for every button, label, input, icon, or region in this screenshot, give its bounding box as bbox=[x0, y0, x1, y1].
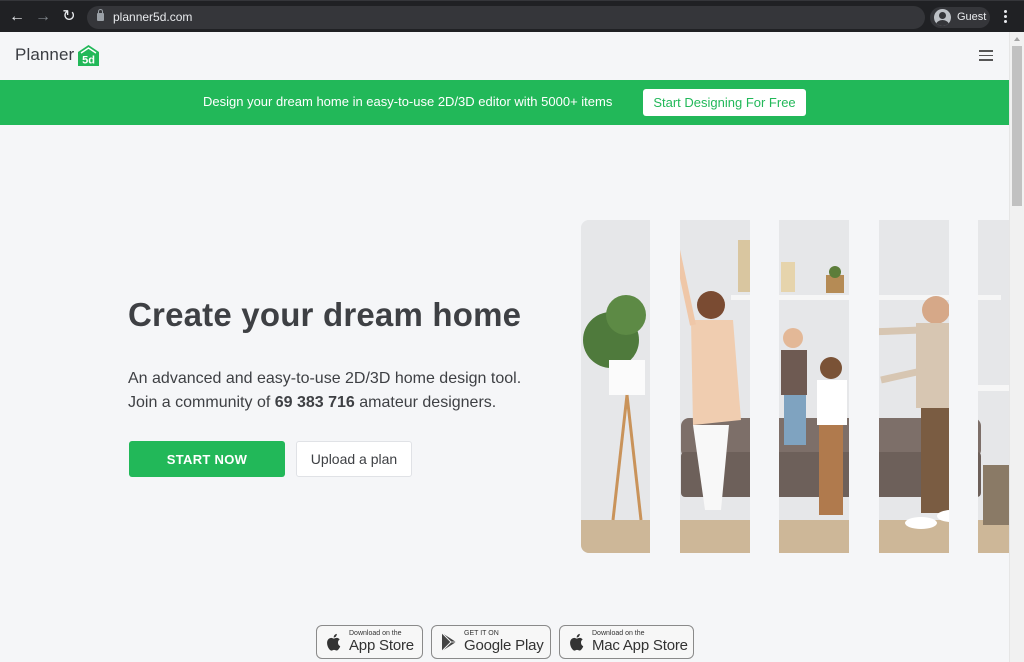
profile-button[interactable]: Guest bbox=[930, 7, 990, 28]
back-arrow-icon[interactable]: ← bbox=[8, 8, 26, 26]
apple-icon bbox=[327, 633, 341, 651]
google-play-badge[interactable]: GET IT ON Google Play bbox=[431, 625, 551, 659]
logo[interactable]: Planner 5d bbox=[15, 42, 100, 68]
scroll-up-arrow-icon[interactable] bbox=[1014, 37, 1020, 41]
app-store-badge[interactable]: Download on the App Store bbox=[316, 625, 423, 659]
community-count: 69 383 716 bbox=[274, 394, 355, 411]
page-scrollbar[interactable] bbox=[1009, 32, 1024, 662]
apple-icon bbox=[570, 633, 584, 651]
reload-icon[interactable]: ↻ bbox=[60, 8, 78, 26]
profile-label: Guest bbox=[957, 11, 987, 23]
more-menu-icon[interactable] bbox=[1000, 10, 1010, 24]
address-bar[interactable]: planner5d.com bbox=[87, 6, 925, 29]
hero-image-strip bbox=[978, 220, 1009, 553]
promo-banner: Design your dream home in easy-to-use 2D… bbox=[0, 80, 1009, 125]
mac-app-store-badge[interactable]: Download on the Mac App Store bbox=[559, 625, 694, 659]
start-now-button[interactable]: START NOW bbox=[129, 441, 285, 477]
lock-icon bbox=[97, 9, 104, 21]
upload-plan-button[interactable]: Upload a plan bbox=[296, 441, 412, 477]
store-big-text: App Store bbox=[349, 637, 414, 654]
hamburger-icon[interactable] bbox=[979, 50, 993, 61]
page: Planner 5d Design your dream home in eas… bbox=[0, 32, 1009, 662]
scrollbar-thumb[interactable] bbox=[1012, 46, 1022, 206]
hero-subtitle-line2: Join a community of 69 383 716 amateur d… bbox=[128, 391, 521, 415]
logo-badge-text: 5d bbox=[82, 54, 95, 66]
url-text[interactable]: planner5d.com bbox=[113, 10, 192, 24]
subtitle-prefix: Join a community of bbox=[128, 394, 275, 411]
site-header: Planner 5d bbox=[0, 32, 1009, 80]
hero-image-strip bbox=[680, 220, 750, 553]
browser-toolbar: ← → ↻ planner5d.com Guest bbox=[0, 0, 1024, 32]
hero-subtitle: An advanced and easy-to-use 2D/3D home d… bbox=[128, 367, 521, 415]
logo-house-icon: 5d bbox=[78, 44, 100, 66]
hero-title: Create your dream home bbox=[128, 296, 522, 333]
forward-arrow-icon[interactable]: → bbox=[34, 8, 52, 26]
start-designing-button[interactable]: Start Designing For Free bbox=[643, 89, 806, 116]
store-big-text: Mac App Store bbox=[592, 637, 688, 654]
logo-wordmark: Planner bbox=[15, 45, 75, 64]
hero-image-strip bbox=[879, 220, 949, 553]
hero-image-strip bbox=[779, 220, 849, 553]
store-big-text: Google Play bbox=[464, 637, 544, 654]
profile-avatar-icon bbox=[934, 9, 951, 26]
hero-image-strip bbox=[581, 220, 650, 553]
hero-subtitle-line1: An advanced and easy-to-use 2D/3D home d… bbox=[128, 370, 522, 387]
banner-text: Design your dream home in easy-to-use 2D… bbox=[203, 94, 613, 109]
subtitle-suffix: amateur designers. bbox=[354, 394, 497, 411]
google-play-icon bbox=[441, 632, 456, 652]
